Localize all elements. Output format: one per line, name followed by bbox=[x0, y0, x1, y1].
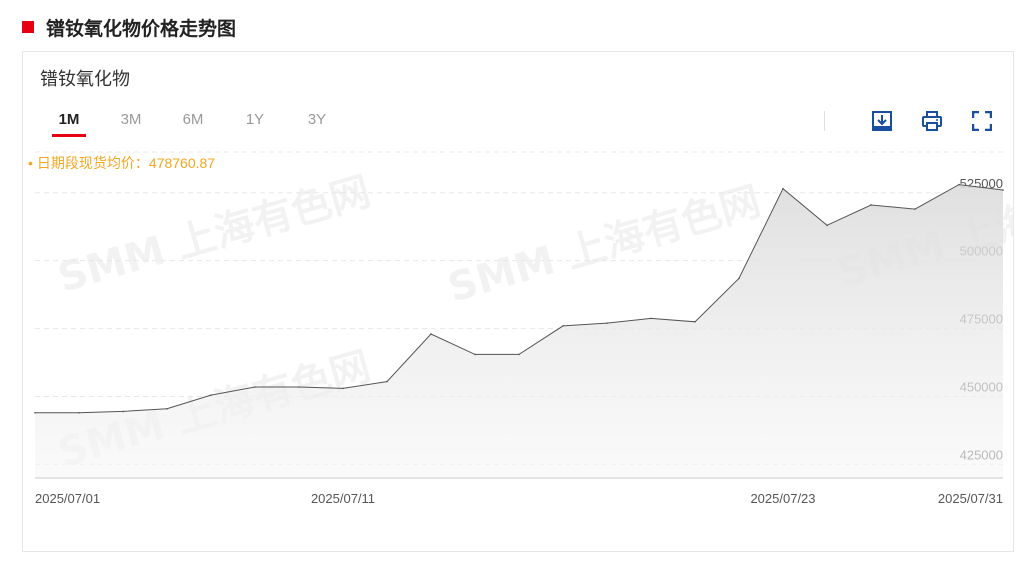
bullet-dot: • bbox=[28, 155, 33, 171]
watermark-0: SMM 上海有色网 bbox=[53, 169, 376, 302]
chart-toolbar bbox=[824, 110, 993, 132]
data-point bbox=[34, 412, 36, 414]
data-point bbox=[914, 208, 916, 210]
tab-3m[interactable]: 3M bbox=[100, 109, 162, 139]
title-marker bbox=[22, 21, 34, 33]
data-point bbox=[606, 322, 608, 324]
x-tick-label: 2025/07/23 bbox=[750, 491, 815, 506]
data-point bbox=[870, 204, 872, 206]
chart-name: 镨钕氧化物 bbox=[40, 69, 130, 90]
print-icon[interactable] bbox=[921, 110, 943, 132]
period-tabs: 1M 3M 6M 1Y 3Y bbox=[38, 109, 348, 139]
data-point bbox=[518, 353, 520, 356]
x-tick-label: 2025/07/01 bbox=[35, 491, 100, 506]
data-point bbox=[166, 407, 168, 410]
data-point bbox=[386, 380, 388, 383]
data-point bbox=[738, 277, 740, 280]
tab-3y[interactable]: 3Y bbox=[286, 109, 348, 139]
data-point bbox=[430, 333, 432, 335]
data-point bbox=[254, 386, 256, 388]
data-point bbox=[958, 183, 960, 186]
data-point bbox=[474, 353, 476, 356]
section-title: 镨钕氧化物价格走势图 bbox=[46, 17, 237, 40]
tab-1y[interactable]: 1Y bbox=[224, 109, 286, 139]
data-point bbox=[782, 187, 784, 190]
watermark-1: SMM 上海有色网 bbox=[443, 179, 766, 312]
average-price-text: 日期段现货均价：478760.87 bbox=[36, 155, 216, 171]
data-point bbox=[78, 412, 80, 414]
x-tick-label: 2025/07/11 bbox=[311, 491, 375, 506]
data-point bbox=[122, 410, 124, 413]
data-point bbox=[210, 394, 212, 396]
data-point bbox=[562, 325, 564, 327]
chart-panel: SMM 上海有色网SMM 上海有色网SMM 上海有色网SMM 上海有色网4250… bbox=[22, 51, 1014, 552]
average-price-label: • 日期段现货均价：478760.87 bbox=[28, 153, 215, 173]
download-icon[interactable] bbox=[871, 110, 893, 132]
toolbar-divider bbox=[824, 111, 825, 131]
fullscreen-icon[interactable] bbox=[971, 110, 993, 132]
data-point bbox=[342, 387, 344, 390]
tab-6m[interactable]: 6M bbox=[162, 109, 224, 139]
tab-1m[interactable]: 1M bbox=[38, 109, 100, 139]
section-header: 镨钕氧化物价格走势图 bbox=[22, 14, 236, 40]
data-point bbox=[298, 386, 300, 388]
data-point bbox=[826, 224, 828, 227]
x-tick-label: 2025/07/31 bbox=[938, 491, 1003, 506]
data-point bbox=[694, 320, 696, 323]
data-point bbox=[1002, 189, 1004, 191]
data-point bbox=[650, 317, 652, 320]
